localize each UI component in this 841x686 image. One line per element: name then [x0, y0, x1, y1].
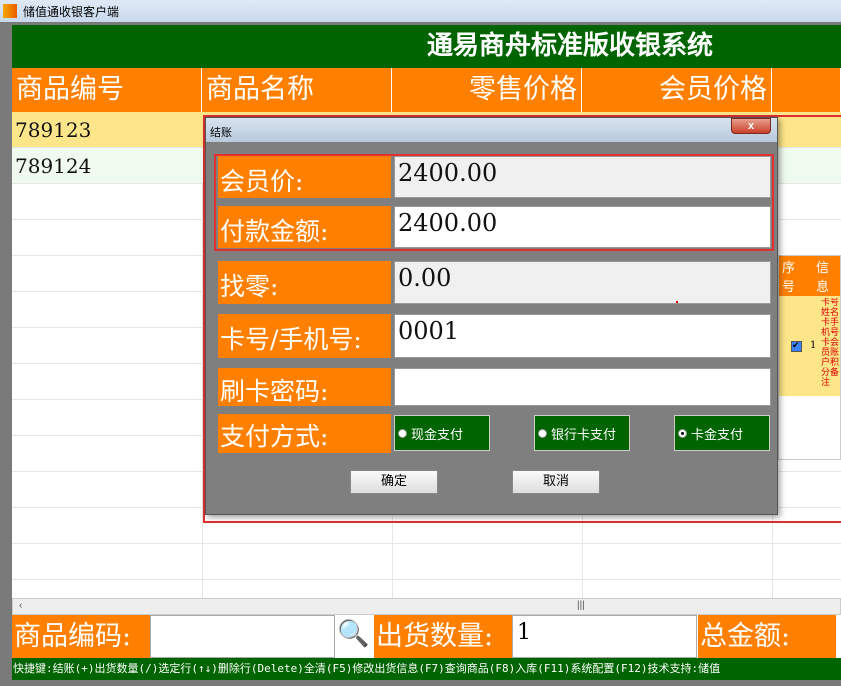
card-password-label: 刷卡密码: — [218, 368, 391, 406]
qty-input[interactable]: 1 — [512, 615, 697, 658]
qty-label: 出货数量: — [374, 615, 512, 658]
pay-cash-label: 现金支付 — [411, 427, 464, 443]
pay-cash-radio[interactable]: 现金支付 — [394, 415, 490, 451]
dialog-titlebar: 结账 x — [206, 118, 777, 142]
ok-button[interactable]: 确定 — [350, 470, 438, 494]
col-header-name[interactable]: 商品名称 — [202, 68, 392, 112]
dialog-title: 结账 — [210, 126, 232, 139]
bottom-bar: 商品编码: 🔍 出货数量: 1 总金额: — [12, 615, 841, 658]
payment-method-label: 支付方式: — [218, 414, 391, 453]
pay-cardbalance-label: 卡金支付 — [691, 427, 744, 443]
radio-icon — [538, 428, 547, 438]
cell-code: 789124 — [15, 154, 92, 178]
cancel-button[interactable]: 取消 — [512, 470, 600, 494]
checkout-dialog: 结账 x 会员价: 2400.00 付款金额: 2400.00 找零: 0.00 … — [205, 117, 778, 515]
col-header-extra[interactable] — [772, 68, 841, 112]
radio-icon — [398, 428, 407, 438]
close-button[interactable]: x — [731, 118, 771, 134]
pay-cardbalance-radio[interactable]: 卡金支付 — [674, 415, 770, 451]
highlight-outline-inner — [214, 154, 774, 251]
radio-selected-icon — [678, 428, 687, 438]
window-titlebar: 储值通收银客户端 — [0, 0, 841, 22]
code-label: 商品编码: — [12, 615, 150, 658]
app-icon — [3, 4, 17, 18]
window-title: 储值通收银客户端 — [23, 4, 120, 19]
shortcut-status-bar: 快捷键:结账(+)出货数量(/)选定行(↑↓)删除行(Delete)全清(F5)… — [12, 658, 841, 680]
code-input[interactable] — [150, 615, 335, 658]
col-header-retail[interactable]: 零售价格 — [392, 68, 582, 112]
pay-bankcard-label: 银行卡支付 — [551, 427, 617, 443]
total-label: 总金额: — [698, 615, 836, 658]
change-label: 找零: — [218, 261, 391, 304]
card-phone-input[interactable]: 0001 — [394, 314, 771, 358]
card-phone-label: 卡号/手机号: — [218, 314, 391, 358]
banner-title: 通易商舟标准版收银系统 — [12, 25, 841, 68]
horizontal-scrollbar[interactable]: ‹ ||| — [12, 598, 841, 615]
search-icon[interactable]: 🔍 — [337, 619, 372, 654]
pay-bankcard-radio[interactable]: 银行卡支付 — [534, 415, 630, 451]
cell-code: 789123 — [15, 118, 92, 142]
col-header-code[interactable]: 商品编号 — [12, 68, 202, 112]
card-password-input[interactable] — [394, 368, 771, 406]
change-field: 0.00 — [394, 261, 771, 304]
col-header-member[interactable]: 会员价格 — [582, 68, 772, 112]
